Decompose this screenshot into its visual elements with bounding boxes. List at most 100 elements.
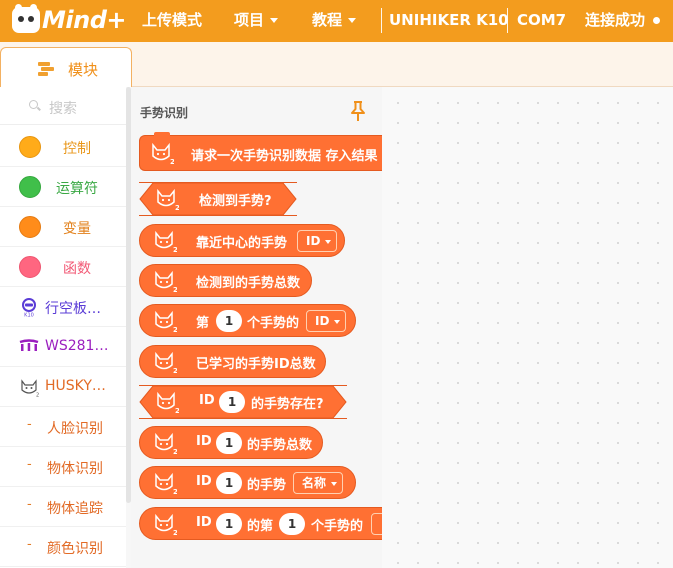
block-id-gesture-property[interactable]: 2 ID 1 的手势 名称 [139,466,356,499]
huskylens-icon: 2 [155,513,177,536]
category-huskylens[interactable]: 2 HUSKY… [0,367,127,407]
port-selector[interactable]: COM7 [517,0,566,42]
block-gesture-id-exists[interactable]: 2 ID 1 的手势存在? [139,385,347,419]
dash-marker: - [27,537,32,552]
robot-face-icon [12,4,40,33]
svg-text:2: 2 [173,367,177,374]
category-label: 颜色识别 [47,541,103,557]
block-text: 的第 [247,519,274,534]
svg-text:2: 2 [173,529,177,536]
block-id-nth-gesture[interactable]: 2 ID 1 的第 1 个手势的 [139,507,382,540]
block-text: 的手势 [247,478,287,493]
project-menu[interactable]: 项目 [234,0,279,42]
block-text: 的手势总数 [247,438,313,453]
block-gesture-total[interactable]: 2 检测到的手势总数 [139,264,312,297]
flyout-title: 手势识别 [140,106,189,120]
block-number-input[interactable]: 1 [279,513,305,535]
category-label: 函数 [63,261,91,277]
status-dot-icon [653,17,661,24]
block-notch [154,132,170,137]
block-learned-id-total[interactable]: 2 已学习的手势ID总数 [139,345,326,378]
code-workspace[interactable] [382,87,673,568]
category-label: 物体识别 [47,461,103,477]
svg-text:2: 2 [175,204,179,211]
block-text: ID [196,474,212,489]
category-label: HUSKY… [45,378,106,394]
chevron-down-icon [348,18,357,23]
block-text: 个手势的 [247,316,300,331]
category-color-recognition[interactable]: - 颜色识别 [0,527,127,567]
block-request-gesture-data[interactable]: 2 请求一次手势识别数据 存入结果 [139,132,382,171]
block-number-input[interactable]: 1 [216,513,242,535]
category-object-tracking[interactable]: - 物体追踪 [0,487,127,527]
device-selector[interactable]: UNIHIKER K10 [389,0,509,42]
huskylens-icon: 2 [21,379,39,398]
category-operators[interactable]: 运算符 [0,167,127,207]
category-functions[interactable]: 函数 [0,247,127,287]
category-object-recognition[interactable]: - 物体识别 [0,447,127,487]
tutorial-menu[interactable]: 教程 [312,0,357,42]
connection-status[interactable]: 连接成功 [585,0,661,42]
huskylens-icon: 2 [155,351,177,374]
huskylens-icon: 2 [155,432,177,455]
tab-modules[interactable]: 模块 [0,47,132,88]
category-color-icon [19,216,41,238]
block-number-input[interactable]: 1 [216,432,242,454]
category-color-icon [19,136,41,158]
block-dropdown[interactable]: ID [306,310,347,332]
block-dropdown[interactable]: 名称 [293,472,344,494]
category-face-recognition[interactable]: - 人脸识别 [0,407,127,447]
block-text: 的手势存在? [251,397,324,412]
block-text: ID [196,434,212,449]
led-strip-icon [19,339,39,351]
category-control[interactable]: 控制 [0,127,127,167]
search-input[interactable]: 搜索 [0,87,127,125]
svg-text:2: 2 [175,407,179,414]
svg-text:2: 2 [173,326,177,333]
blocks-icon [38,62,54,76]
huskylens-icon: 2 [152,142,174,165]
logo-text: Mind+ [42,6,126,34]
block-nth-gesture-property[interactable]: 2 第 1 个手势的 ID [139,304,356,337]
category-k10[interactable]: K10 行空板… [0,287,127,327]
search-placeholder: 搜索 [49,101,77,117]
category-variables[interactable]: 变量 [0,207,127,247]
svg-text:2: 2 [36,393,39,398]
category-sidebar: 搜索 控制 运算符 变量 函数 K10 行空板… WS281… 2 HUSKY…… [0,87,131,568]
category-label: 人脸识别 [47,421,103,437]
dash-marker: - [27,497,32,512]
tutorial-menu-label: 教程 [312,11,343,29]
category-label: 行空板… [45,301,101,317]
category-color-icon [19,176,41,198]
block-id-gesture-count[interactable]: 2 ID 1 的手势总数 [139,426,323,459]
search-icon [29,100,38,109]
block-number-input[interactable]: 1 [216,310,242,332]
category-label: 物体追踪 [47,501,103,517]
upload-mode-button[interactable]: 上传模式 [142,0,202,42]
block-number-input[interactable]: 1 [219,391,245,413]
block-text: ID [199,393,215,408]
block-gesture-detected[interactable]: 2 检测到手势? [139,182,297,216]
category-label: 控制 [63,141,91,157]
block-text: 个手势的 [311,519,364,534]
block-dropdown[interactable]: ID [297,230,338,252]
category-ws2812[interactable]: WS281… [0,327,127,367]
svg-text:K10: K10 [24,313,34,318]
pin-icon[interactable] [348,100,368,122]
dash-marker: - [27,417,32,432]
mindplus-logo: Mind+ [12,4,126,36]
category-label: WS281… [45,338,109,354]
huskylens-icon: 2 [157,391,179,414]
divider [381,8,382,33]
svg-text:2: 2 [170,158,174,165]
block-dropdown[interactable] [371,513,382,535]
k10-icon: K10 [22,298,36,318]
svg-text:2: 2 [173,286,177,293]
block-text: 请求一次手势识别数据 存入结果 [191,149,378,164]
block-text: 检测到的手势总数 [196,276,301,291]
tab-modules-label: 模块 [68,61,99,79]
block-number-input[interactable]: 1 [216,472,242,494]
block-nearest-gesture[interactable]: 2 靠近中心的手势 ID [139,224,345,257]
block-text: 已学习的手势ID总数 [196,357,316,372]
category-label: 变量 [63,221,91,237]
